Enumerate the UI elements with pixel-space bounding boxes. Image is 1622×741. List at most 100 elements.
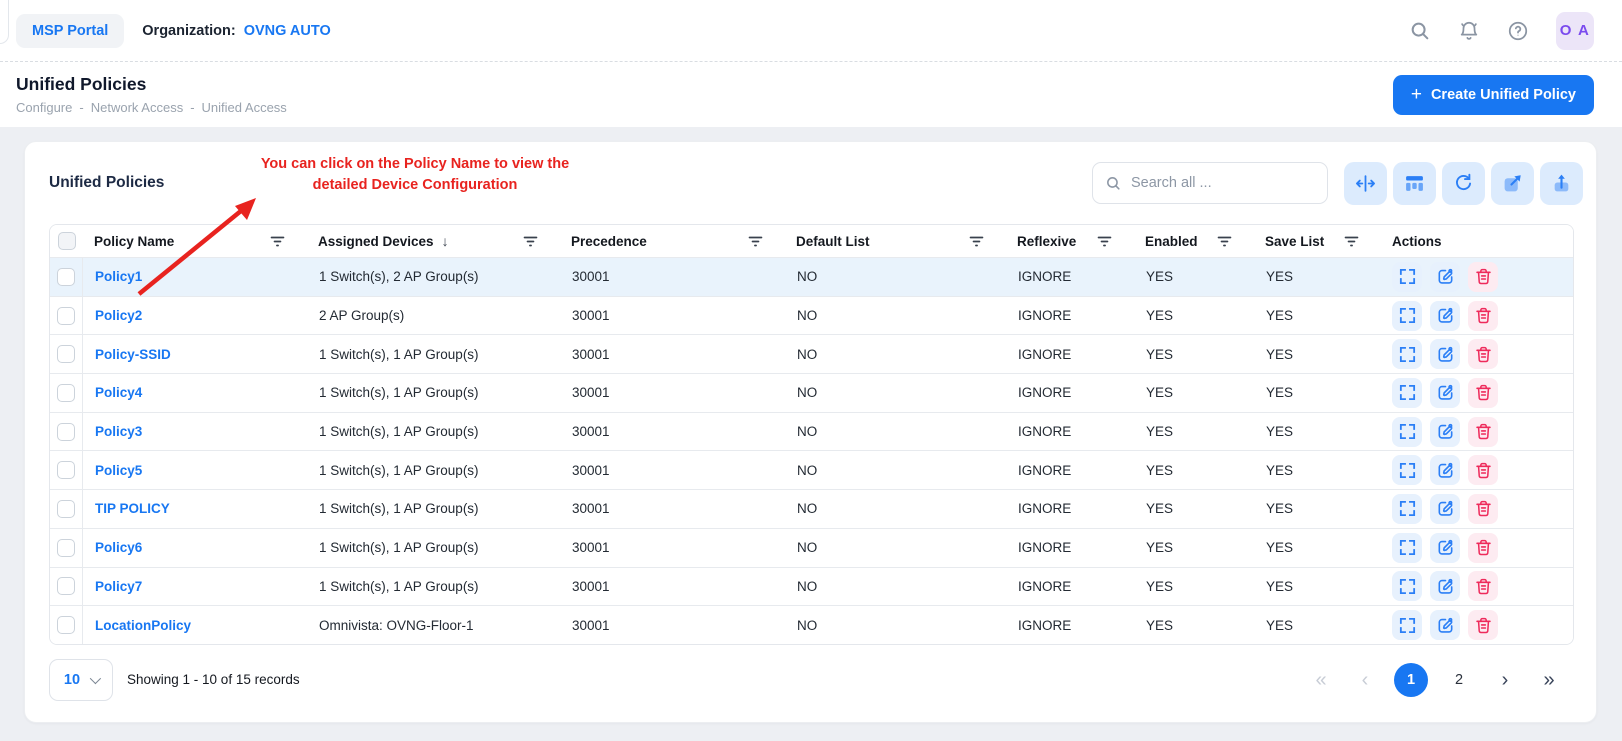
delete-button[interactable] — [1468, 571, 1498, 601]
help-icon[interactable] — [1507, 20, 1529, 42]
column-header-save-list[interactable]: Save List — [1254, 234, 1381, 249]
expand-button[interactable] — [1392, 494, 1422, 524]
row-checkbox[interactable] — [57, 307, 75, 325]
expand-button[interactable] — [1392, 262, 1422, 292]
filter-icon[interactable] — [1097, 234, 1112, 248]
delete-button[interactable] — [1468, 533, 1498, 563]
precedence-cell: 30001 — [560, 424, 785, 439]
column-header-reflexive[interactable]: Reflexive — [1006, 234, 1134, 249]
row-checkbox[interactable] — [57, 423, 75, 441]
expand-icon — [1398, 616, 1417, 635]
next-page-button[interactable]: › — [1490, 670, 1520, 690]
edit-button[interactable] — [1430, 494, 1460, 524]
sort-descending-icon[interactable]: ↓ — [442, 233, 449, 249]
search-input[interactable] — [1131, 175, 1315, 191]
delete-button[interactable] — [1468, 455, 1498, 485]
edit-icon — [1436, 267, 1455, 286]
bell-icon[interactable] — [1458, 20, 1480, 42]
delete-button[interactable] — [1468, 417, 1498, 447]
policy-name-link[interactable]: Policy2 — [95, 308, 142, 323]
filter-icon[interactable] — [748, 234, 763, 248]
page-2-button[interactable]: 2 — [1442, 663, 1476, 697]
column-header-precedence[interactable]: Precedence — [560, 234, 785, 249]
delete-button[interactable] — [1468, 262, 1498, 292]
row-checkbox[interactable] — [57, 616, 75, 634]
edit-button[interactable] — [1430, 455, 1460, 485]
edit-button[interactable] — [1430, 262, 1460, 292]
policy-name-link[interactable]: Policy7 — [95, 579, 142, 594]
filter-icon[interactable] — [1217, 234, 1232, 248]
table-row: Policy1 1 Switch(s), 2 AP Group(s) 30001… — [50, 257, 1573, 296]
page-1-button[interactable]: 1 — [1394, 663, 1428, 697]
organization-value-link[interactable]: OVNG AUTO — [244, 23, 331, 39]
expand-button[interactable] — [1392, 533, 1422, 563]
row-checkbox[interactable] — [57, 384, 75, 402]
policy-name-link[interactable]: Policy3 — [95, 424, 142, 439]
breadcrumb-item[interactable]: Configure — [16, 100, 72, 115]
delete-button[interactable] — [1468, 339, 1498, 369]
row-checkbox[interactable] — [57, 577, 75, 595]
breadcrumb-item[interactable]: Network Access — [91, 100, 183, 115]
policy-name-link[interactable]: Policy5 — [95, 463, 142, 478]
row-checkbox[interactable] — [57, 539, 75, 557]
columns-button[interactable] — [1393, 162, 1436, 205]
edit-button[interactable] — [1430, 533, 1460, 563]
filter-icon[interactable] — [270, 234, 285, 248]
search-icon[interactable] — [1409, 20, 1431, 42]
policy-name-link[interactable]: LocationPolicy — [95, 618, 191, 633]
organization-label: Organization:OVNG AUTO — [142, 23, 330, 39]
row-checkbox[interactable] — [57, 461, 75, 479]
delete-button[interactable] — [1468, 610, 1498, 640]
column-resize-button[interactable] — [1344, 162, 1387, 205]
expand-button[interactable] — [1392, 417, 1422, 447]
edit-button[interactable] — [1430, 301, 1460, 331]
filter-icon[interactable] — [1344, 234, 1359, 248]
edit-button[interactable] — [1430, 417, 1460, 447]
row-checkbox[interactable] — [57, 268, 75, 286]
expand-button[interactable] — [1392, 455, 1422, 485]
policy-name-link[interactable]: Policy1 — [95, 269, 142, 284]
create-unified-policy-button[interactable]: + Create Unified Policy — [1393, 75, 1594, 115]
row-checkbox[interactable] — [57, 345, 75, 363]
edit-button[interactable] — [1430, 610, 1460, 640]
expand-button[interactable] — [1392, 339, 1422, 369]
breadcrumb-item[interactable]: Unified Access — [202, 100, 287, 115]
user-avatar[interactable]: O A — [1556, 12, 1594, 50]
edit-button[interactable] — [1430, 378, 1460, 408]
msp-portal-button[interactable]: MSP Portal — [16, 14, 124, 48]
export-button[interactable] — [1491, 162, 1534, 205]
column-header-assigned-devices[interactable]: Assigned Devices ↓ — [307, 233, 560, 249]
edit-button[interactable] — [1430, 339, 1460, 369]
column-header-enabled[interactable]: Enabled — [1134, 234, 1254, 249]
filter-icon[interactable] — [523, 234, 538, 248]
page-size-select[interactable]: 10 — [49, 659, 113, 701]
precedence-cell: 30001 — [560, 347, 785, 362]
expand-button[interactable] — [1392, 571, 1422, 601]
filter-icon[interactable] — [969, 234, 984, 248]
assigned-devices-cell: 1 Switch(s), 1 AP Group(s) — [307, 385, 560, 400]
delete-button[interactable] — [1468, 301, 1498, 331]
delete-button[interactable] — [1468, 494, 1498, 524]
refresh-button[interactable] — [1442, 162, 1485, 205]
policy-name-link[interactable]: Policy4 — [95, 385, 142, 400]
expand-button[interactable] — [1392, 301, 1422, 331]
expand-button[interactable] — [1392, 378, 1422, 408]
edit-button[interactable] — [1430, 571, 1460, 601]
first-page-button[interactable]: « — [1306, 670, 1336, 690]
upload-button[interactable] — [1540, 162, 1583, 205]
expand-button[interactable] — [1392, 610, 1422, 640]
save-list-cell: YES — [1254, 269, 1381, 284]
delete-icon — [1474, 577, 1493, 596]
select-all-checkbox[interactable] — [58, 232, 76, 250]
last-page-button[interactable]: » — [1534, 670, 1564, 690]
column-header-default-list[interactable]: Default List — [785, 234, 1006, 249]
prev-page-button[interactable]: ‹ — [1350, 670, 1380, 690]
default-list-cell: NO — [785, 424, 1006, 439]
policy-name-link[interactable]: Policy-SSID — [95, 347, 171, 362]
policy-name-link[interactable]: Policy6 — [95, 540, 142, 555]
row-checkbox[interactable] — [57, 500, 75, 518]
column-header-policy-name[interactable]: Policy Name — [83, 234, 307, 249]
column-resize-icon — [1355, 173, 1376, 194]
policy-name-link[interactable]: TIP POLICY — [95, 501, 170, 516]
delete-button[interactable] — [1468, 378, 1498, 408]
